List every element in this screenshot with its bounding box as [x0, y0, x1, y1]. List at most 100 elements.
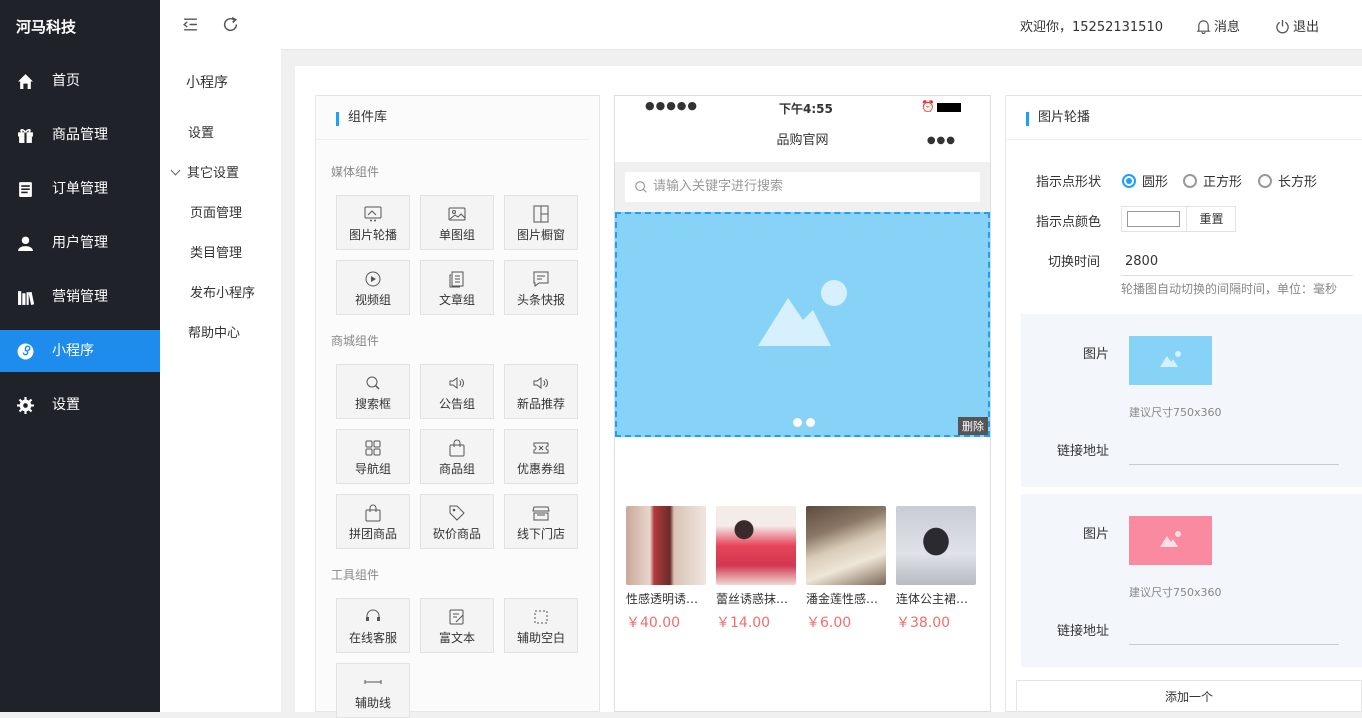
- sidebar-item-label: 小程序: [52, 343, 94, 359]
- component-library-title: 组件库: [316, 96, 589, 140]
- subnav-item-help[interactable]: 帮助中心: [188, 322, 240, 341]
- add-slide-button[interactable]: 添加一个: [1016, 680, 1362, 712]
- comp-nav[interactable]: 导航组: [336, 429, 410, 484]
- comp-label: 图片轮播: [348, 228, 397, 242]
- subnav-item-category-manage[interactable]: 类目管理: [190, 242, 242, 261]
- carousel-dot[interactable]: [793, 418, 802, 427]
- sidebar-item-label: 订单管理: [52, 181, 108, 197]
- power-icon: [1276, 19, 1289, 34]
- comp-article[interactable]: 文章组: [420, 260, 494, 315]
- edit-icon: [449, 609, 464, 625]
- comp-new-products[interactable]: 新品推荐: [504, 364, 578, 419]
- bag-icon: [365, 504, 381, 522]
- comp-label: 商品组: [438, 462, 475, 476]
- welcome-text: 欢迎你，15252131510: [1020, 20, 1163, 35]
- sidebar-item-miniprogram[interactable]: 小程序: [0, 330, 160, 372]
- slide-link-input[interactable]: [1129, 434, 1339, 465]
- more-icon[interactable]: ●●●: [927, 120, 956, 162]
- comp-customer-service[interactable]: 在线客服: [336, 598, 410, 653]
- collapse-menu-icon[interactable]: [182, 16, 199, 33]
- window-icon: [533, 205, 549, 223]
- interval-input[interactable]: 2800: [1121, 248, 1353, 276]
- comp-label: 砍价商品: [432, 527, 481, 541]
- refresh-icon[interactable]: [222, 16, 239, 33]
- slide-image-upload[interactable]: [1129, 336, 1212, 385]
- sidebar-item-products[interactable]: 商品管理: [0, 114, 160, 156]
- subnav-item-publish[interactable]: 发布小程序: [190, 282, 255, 301]
- gear-icon: [17, 397, 34, 414]
- radio-label: 长方形: [1278, 175, 1318, 190]
- product-card[interactable]: 性感透明诱惑睡衣 ￥40.00: [626, 506, 706, 632]
- alarm-icon: ⏰: [921, 100, 935, 113]
- bell-icon: [1196, 20, 1211, 35]
- sidebar-item-settings[interactable]: 设置: [0, 384, 160, 426]
- reset-button[interactable]: 重置: [1186, 207, 1236, 231]
- gift-icon: [18, 129, 33, 143]
- comp-coupons[interactable]: 优惠券组: [504, 429, 578, 484]
- section-media-title: 媒体组件: [331, 165, 380, 179]
- carousel-dot[interactable]: [806, 418, 815, 427]
- comp-rich-text[interactable]: 富文本: [420, 598, 494, 653]
- comp-spacer[interactable]: 辅助空白: [504, 598, 578, 653]
- color-swatch[interactable]: [1127, 211, 1180, 227]
- messages-link[interactable]: 消息: [1196, 16, 1240, 35]
- search-placeholder: 请输入关键字进行搜索: [653, 179, 784, 194]
- delete-button[interactable]: 删除: [958, 417, 988, 435]
- order-icon: [19, 182, 32, 197]
- subnav-item-page-manage[interactable]: 页面管理: [190, 202, 242, 221]
- speaker-icon: [533, 377, 548, 389]
- sidebar-item-orders[interactable]: 订单管理: [0, 168, 160, 210]
- sidebar-item-label: 设置: [52, 397, 80, 413]
- product-price: ￥6.00: [806, 615, 852, 631]
- sidebar-item-home[interactable]: 首页: [0, 60, 160, 102]
- radio-square[interactable]: 正方形: [1183, 171, 1242, 190]
- subnav-item-settings[interactable]: 设置: [188, 122, 214, 141]
- comp-notice[interactable]: 公告组: [420, 364, 494, 419]
- radio-circle[interactable]: 圆形: [1122, 171, 1168, 190]
- comp-stores[interactable]: 线下门店: [504, 494, 578, 549]
- user-icon: [18, 236, 33, 251]
- logout-label: 退出: [1293, 20, 1320, 35]
- banner-carousel[interactable]: 删除: [615, 212, 990, 437]
- product-name: 蕾丝诱惑抹胸睡裙: [716, 592, 796, 606]
- sidebar: 河马科技 首页 商品管理 订单管理 用户管理 营销管理 小程序 设置: [0, 0, 160, 712]
- image-placeholder-icon: [1160, 351, 1181, 367]
- slide-item: 图片 建议尺寸750x360 链接地址: [1021, 494, 1362, 667]
- radio-label: 正方形: [1203, 175, 1243, 190]
- slide-link-input[interactable]: [1129, 614, 1339, 645]
- comp-image-window[interactable]: 图片橱窗: [504, 195, 578, 250]
- sidebar-item-marketing[interactable]: 营销管理: [0, 276, 160, 318]
- radio-rectangle[interactable]: 长方形: [1258, 171, 1317, 190]
- phone-search-input[interactable]: 请输入关键字进行搜索: [625, 172, 980, 202]
- product-card[interactable]: 连体公主裙睡衣 ￥38.00: [896, 506, 976, 632]
- product-card[interactable]: 潘金莲性感睡衣 ￥6.00: [806, 506, 886, 632]
- subnav-item-label: 其它设置: [187, 166, 240, 181]
- comp-single-image[interactable]: 单图组: [420, 195, 494, 250]
- comp-products[interactable]: 商品组: [420, 429, 494, 484]
- status-time: 下午4:55: [779, 102, 833, 116]
- logout-link[interactable]: 退出: [1275, 16, 1319, 35]
- slide-item: 图片 建议尺寸750x360 链接地址: [1021, 314, 1362, 487]
- brand-logo: 河马科技: [16, 18, 77, 36]
- comp-group-buy[interactable]: 拼团商品: [336, 494, 410, 549]
- sidebar-item-label: 首页: [52, 73, 80, 89]
- sidebar-item-users[interactable]: 用户管理: [0, 222, 160, 264]
- grid-icon: [365, 440, 381, 456]
- phone-search-area: 请输入关键字进行搜索: [615, 162, 990, 212]
- comp-carousel[interactable]: 图片轮播: [336, 195, 410, 250]
- battery-icon: [937, 103, 961, 112]
- product-card[interactable]: 蕾丝诱惑抹胸睡裙 ￥14.00: [716, 506, 796, 632]
- comp-label: 拼团商品: [348, 527, 397, 541]
- comp-label: 辅助线: [354, 696, 391, 710]
- comp-headline[interactable]: 头条快报: [504, 260, 578, 315]
- product-price: ￥14.00: [716, 615, 771, 631]
- comp-video[interactable]: 视频组: [336, 260, 410, 315]
- subnav-item-other-settings[interactable]: 其它设置: [170, 162, 240, 181]
- slide-image-upload[interactable]: [1129, 516, 1212, 565]
- comp-search[interactable]: 搜索框: [336, 364, 410, 419]
- comp-label: 导航组: [354, 462, 391, 476]
- product-name: 潘金莲性感睡衣: [806, 592, 886, 606]
- phone-status-bar: ●●●●● 下午4:55 ⏰: [615, 96, 990, 120]
- comp-divider-line[interactable]: 辅助线: [336, 663, 410, 718]
- comp-bargain[interactable]: 砍价商品: [420, 494, 494, 549]
